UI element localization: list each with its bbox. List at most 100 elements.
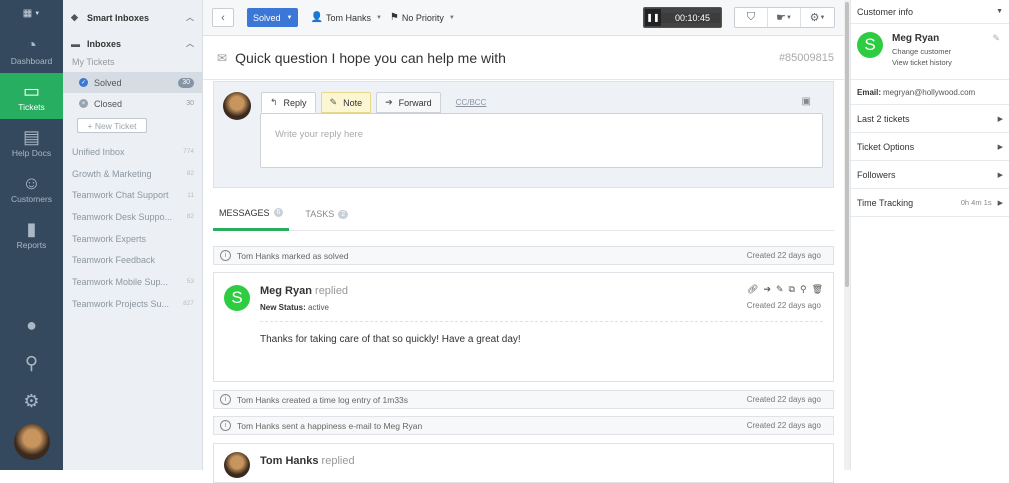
forward-label: Forward	[398, 97, 432, 108]
inbox-label: Growth & Marketing	[72, 168, 152, 179]
assignee-dropdown[interactable]: 👤 Tom Hanks ▼	[310, 12, 381, 23]
sidebar-item-label: Solved	[94, 77, 122, 88]
inbox-item[interactable]: Teamwork Feedback	[63, 249, 202, 271]
inbox-item[interactable]: Teamwork Mobile Sup... 53	[63, 271, 202, 293]
message-card: S Meg Ryan replied New Status: active 🔗︎…	[213, 272, 834, 382]
nav-help-docs[interactable]: ▤ Help Docs	[0, 119, 63, 165]
count-badge: 30	[178, 77, 194, 88]
inbox-item[interactable]: Teamwork Chat Support 11	[63, 184, 202, 206]
sidebar-item-closed[interactable]: × Closed 30	[63, 93, 202, 114]
gear-icon[interactable]: ⚙	[0, 382, 63, 420]
note-tab[interactable]: ✎ Note	[320, 92, 372, 113]
dashboard-icon: ◔	[26, 34, 37, 55]
ticket-options-section[interactable]: Ticket Options ▶	[851, 133, 1009, 161]
reply-placeholder: Write your reply here	[275, 129, 363, 140]
inbox-item[interactable]: Teamwork Desk Suppo... 82	[63, 206, 202, 228]
tag-icon[interactable]: ⛉	[735, 8, 768, 27]
message-actions: 🔗︎ ➔ ✎ ⧉ ⚲ 🗑︎	[747, 284, 823, 295]
time-tracked-value: 0h 4m 1s	[960, 198, 992, 207]
agent-avatar	[224, 452, 250, 478]
nav-tickets[interactable]: ▭ Tickets	[0, 73, 63, 119]
chat-icon[interactable]: ●	[0, 306, 63, 344]
message-status: New Status: active	[260, 303, 329, 312]
nav-label: Customers	[10, 193, 53, 204]
smart-inboxes-label: Smart Inboxes	[87, 12, 150, 23]
message-date: Created 22 days ago	[746, 301, 821, 310]
flag-icon: ⚑	[389, 12, 399, 23]
hand-pointer-icon[interactable]: ☛ ▼	[768, 8, 801, 27]
inboxes-label: Inboxes	[87, 38, 122, 49]
inbox-item[interactable]: Unified Inbox 774	[63, 141, 202, 163]
smart-inboxes-header[interactable]: ◆ Smart Inboxes ︿	[63, 8, 202, 27]
apps-menu[interactable]: ▦ ▼	[0, 0, 63, 27]
tab-count: 6	[273, 208, 284, 217]
search-icon[interactable]: ⚲	[800, 284, 807, 295]
user-icon: 👤	[310, 12, 323, 23]
chevron-down-icon: ▼	[34, 10, 41, 17]
inbox-count: 53	[186, 278, 194, 286]
tab-tasks[interactable]: TASKS 2	[299, 198, 354, 231]
nav-dashboard[interactable]: ◔ Dashboard	[0, 27, 63, 73]
followers-section[interactable]: Followers ▶	[851, 161, 1009, 189]
status-dropdown[interactable]: Solved ▼	[247, 8, 299, 27]
gear-icon[interactable]: ⚙ ▼	[801, 8, 834, 27]
inbox-item[interactable]: Teamwork Projects Su... 827	[63, 293, 202, 315]
nav-label: Reports	[16, 239, 47, 250]
search-icon[interactable]: ⚲	[0, 344, 63, 382]
timer[interactable]: ❚❚ 00:10:45	[642, 7, 722, 28]
customer-info-header[interactable]: Customer info ▼	[851, 0, 1009, 24]
reply-label: Reply	[283, 97, 307, 108]
event-row: i Tom Hanks marked as solved Created 22 …	[213, 246, 834, 265]
inboxes-header[interactable]: ▬ Inboxes ︿	[63, 34, 202, 53]
inbox-item[interactable]: Growth & Marketing 82	[63, 163, 202, 185]
pencil-icon[interactable]: ✎	[776, 284, 784, 295]
inbox-item[interactable]: Teamwork Experts	[63, 228, 202, 250]
forward-icon[interactable]: ➔	[763, 284, 771, 295]
sidebar-item-solved[interactable]: ✓ Solved 30	[63, 72, 202, 93]
event-date: Created 22 days ago	[746, 421, 821, 430]
scrollbar-thumb[interactable]	[845, 2, 849, 287]
chevron-right-icon: ▶	[997, 143, 1003, 151]
ticket-view: ‹ Solved ▼ 👤 Tom Hanks ▼ ⚑ No Priority ▼…	[203, 0, 844, 483]
message-verb: replied	[321, 455, 355, 467]
user-avatar[interactable]	[13, 424, 50, 460]
reply-icon: ↰	[270, 97, 278, 107]
forward-tab[interactable]: ➔ Forward	[376, 92, 441, 113]
ticket-id: #85009815	[778, 51, 834, 64]
status-value: active	[308, 303, 329, 312]
tab-messages[interactable]: MESSAGES 6	[213, 198, 290, 231]
time-tracking-section[interactable]: Time Tracking 0h 4m 1s ▶	[851, 189, 1009, 217]
priority-dropdown[interactable]: ⚑ No Priority ▼	[390, 12, 455, 23]
info-icon: i	[220, 394, 231, 405]
section-label: Time Tracking	[857, 197, 914, 208]
pencil-icon[interactable]: ✎	[992, 33, 1000, 44]
view-ticket-history-link[interactable]: View ticket history	[892, 58, 952, 67]
last-tickets-section[interactable]: Last 2 tickets ▶	[851, 105, 1009, 133]
customer-name[interactable]: Meg Ryan	[892, 33, 939, 44]
change-customer-link[interactable]: Change customer	[892, 47, 951, 56]
email-value[interactable]: megryan@hollywood.com	[883, 88, 975, 97]
author-name: Meg Ryan	[260, 285, 312, 297]
chevron-right-icon: ▶	[997, 199, 1003, 207]
customer-panel: Customer info ▼ S Meg Ryan Change custom…	[850, 0, 1009, 470]
nav-label: Help Docs	[11, 147, 52, 158]
chevron-left-icon: ‹	[221, 11, 225, 24]
nav-customers[interactable]: ☺ Customers	[0, 165, 63, 211]
link-icon[interactable]: 🔗︎	[747, 284, 758, 295]
ticket-actions: ⛉ ☛ ▼ ⚙ ▼	[734, 7, 835, 28]
pause-icon[interactable]: ❚❚	[644, 9, 661, 26]
ccbcc-link[interactable]: CC/BCC	[456, 98, 487, 107]
count-label: 30	[186, 100, 194, 107]
trash-icon[interactable]: 🗑︎	[812, 284, 823, 295]
reply-tab[interactable]: ↰ Reply	[261, 92, 316, 113]
save-icon[interactable]: ▣	[802, 96, 811, 107]
reports-icon: ▮	[26, 218, 37, 239]
pencil-icon: ✎	[329, 97, 338, 107]
inbox-label: Unified Inbox	[72, 146, 125, 157]
new-ticket-button[interactable]: + New Ticket	[77, 118, 147, 133]
copy-icon[interactable]: ⧉	[789, 284, 795, 295]
nav-reports[interactable]: ▮ Reports	[0, 211, 63, 257]
reply-input[interactable]: Write your reply here	[260, 113, 823, 168]
back-button[interactable]: ‹	[212, 8, 234, 27]
customers-icon: ☺	[22, 172, 41, 193]
